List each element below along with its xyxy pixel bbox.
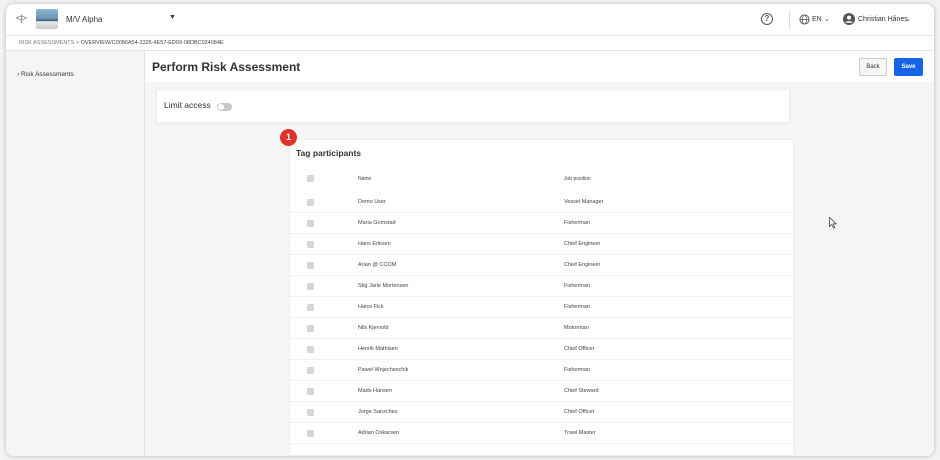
participant-checkbox[interactable]	[307, 409, 314, 416]
sidebar-item-risk-assessments[interactable]: › Risk Assessments	[17, 71, 74, 78]
table-row[interactable]: Hans Eriksen Chief Engineer	[290, 234, 795, 255]
participant-checkbox[interactable]	[307, 262, 314, 269]
sidebar-item-label: Risk Assessments	[20, 71, 74, 78]
step-badge: 1	[280, 129, 297, 146]
table-row[interactable]: Mads Hansen Chief Steward	[290, 381, 795, 402]
page-header: Perform Risk Assessment Back Save	[145, 51, 934, 82]
participant-checkbox[interactable]	[307, 388, 314, 395]
main-content: Limit access Tag participants Name Job p…	[145, 82, 934, 456]
breadcrumb-separator: >	[75, 40, 80, 46]
participant-checkbox[interactable]	[307, 241, 314, 248]
table-row[interactable]: Stig Jarle Mortensen Fisherman	[290, 276, 795, 297]
participant-name: Stig Jarle Mortensen	[358, 283, 409, 289]
participant-job: Fisherman	[564, 304, 590, 310]
caret-down-icon[interactable]: ▼	[169, 14, 176, 21]
participant-checkbox[interactable]	[307, 346, 314, 353]
table-row[interactable]: Henrik Mathisen Chief Officer	[290, 339, 795, 360]
table-row[interactable]: Adrian Oskarsen Trawl Master	[290, 423, 795, 444]
participant-job: Chief Officer	[564, 409, 595, 415]
vessel-thumbnail	[36, 9, 58, 29]
limit-access-card: Limit access	[156, 89, 790, 123]
mouse-cursor-icon	[829, 217, 837, 229]
participant-checkbox[interactable]	[307, 367, 314, 374]
column-header-name: Name	[358, 176, 372, 182]
table-row[interactable]: Demo User Vessel Manager	[290, 192, 795, 213]
participant-checkbox[interactable]	[307, 199, 314, 206]
breadcrumb: RISK ASSESSMENTS > OVERVIEW/C0086A54-332…	[6, 36, 934, 51]
divider	[789, 10, 790, 30]
select-all-checkbox[interactable]	[307, 175, 314, 182]
user-name[interactable]: Christian Hånes	[858, 16, 908, 23]
chevron-down-icon[interactable]: ⌄	[905, 15, 911, 23]
participant-checkbox[interactable]	[307, 430, 314, 437]
limit-access-label: Limit access	[164, 100, 211, 110]
participant-job: Fisherman	[564, 283, 590, 289]
column-header-job: Job position	[564, 176, 591, 182]
vessel-name[interactable]: M/V Alpha	[66, 15, 102, 24]
language-selector[interactable]: EN	[812, 16, 822, 23]
participant-job: Motorman	[564, 325, 589, 331]
participant-checkbox[interactable]	[307, 304, 314, 311]
breadcrumb-root[interactable]: RISK ASSESSMENTS	[19, 40, 74, 46]
participant-name: Arian @ CCOM	[358, 262, 397, 268]
participant-job: Vessel Manager	[564, 199, 604, 205]
user-avatar-icon[interactable]	[843, 13, 855, 25]
table-row[interactable]: Maria Grimstad Fisherman	[290, 213, 795, 234]
participant-name: Maria Grimstad	[358, 220, 396, 226]
table-row[interactable]: Arian @ CCOM Chief Engineer	[290, 255, 795, 276]
participants-table: Demo User Vessel Manager Maria Grimstad Fis…	[290, 192, 795, 444]
tag-participants-card: Tag participants Name Job position Demo …	[289, 139, 795, 456]
top-bar: <|> M/V Alpha ▼ ? EN ⌄ Christian Hånes ⌄	[6, 4, 934, 36]
participant-checkbox[interactable]	[307, 325, 314, 332]
help-icon[interactable]: ?	[761, 13, 773, 25]
participant-name: Henrik Mathisen	[358, 346, 398, 352]
table-row[interactable]: Hansi Fick Fisherman	[290, 297, 795, 318]
participant-name: Hans Eriksen	[358, 241, 391, 247]
participant-checkbox[interactable]	[307, 283, 314, 290]
participant-job: Chief Engineer	[564, 262, 601, 268]
participant-job: Fisherman	[564, 220, 590, 226]
breadcrumb-current: OVERVIEW/C0086A54-3326-4E57-ED09-08DBC02…	[80, 40, 224, 46]
participant-name: Jorge Sanzches	[358, 409, 398, 415]
participant-job: Chief Engineer	[564, 241, 601, 247]
participant-job: Chief Steward	[564, 388, 599, 394]
chevron-right-icon: ›	[17, 71, 20, 78]
app-window: <|> M/V Alpha ▼ ? EN ⌄ Christian Hånes ⌄…	[6, 4, 934, 456]
table-row[interactable]: Jorge Sanzches Chief Officer	[290, 402, 795, 423]
globe-icon[interactable]	[799, 14, 810, 25]
participant-name: Nils Kjervold	[358, 325, 389, 331]
participant-job: Fisherman	[564, 367, 590, 373]
tag-participants-title: Tag participants	[296, 148, 362, 158]
table-header: Name Job position	[290, 173, 795, 185]
participant-name: Hansi Fick	[358, 304, 384, 310]
sidebar: › Risk Assessments	[6, 51, 145, 456]
chevron-down-icon[interactable]: ⌄	[824, 15, 830, 23]
participant-name: Pawel Wojecheschik	[358, 367, 409, 373]
participant-checkbox[interactable]	[307, 220, 314, 227]
participant-name: Demo User	[358, 199, 386, 205]
collapse-sidebar-icon[interactable]: <|>	[16, 13, 27, 23]
table-row[interactable]: Nils Kjervold Motorman	[290, 318, 795, 339]
participant-job: Trawl Master	[564, 430, 596, 436]
back-button[interactable]: Back	[859, 58, 887, 76]
limit-access-toggle[interactable]	[217, 103, 232, 111]
table-row[interactable]: Pawel Wojecheschik Fisherman	[290, 360, 795, 381]
participant-name: Adrian Oskarsen	[358, 430, 399, 436]
page-title: Perform Risk Assessment	[152, 60, 301, 74]
save-button[interactable]: Save	[894, 58, 923, 76]
participant-job: Chief Officer	[564, 346, 595, 352]
participant-name: Mads Hansen	[358, 388, 392, 394]
